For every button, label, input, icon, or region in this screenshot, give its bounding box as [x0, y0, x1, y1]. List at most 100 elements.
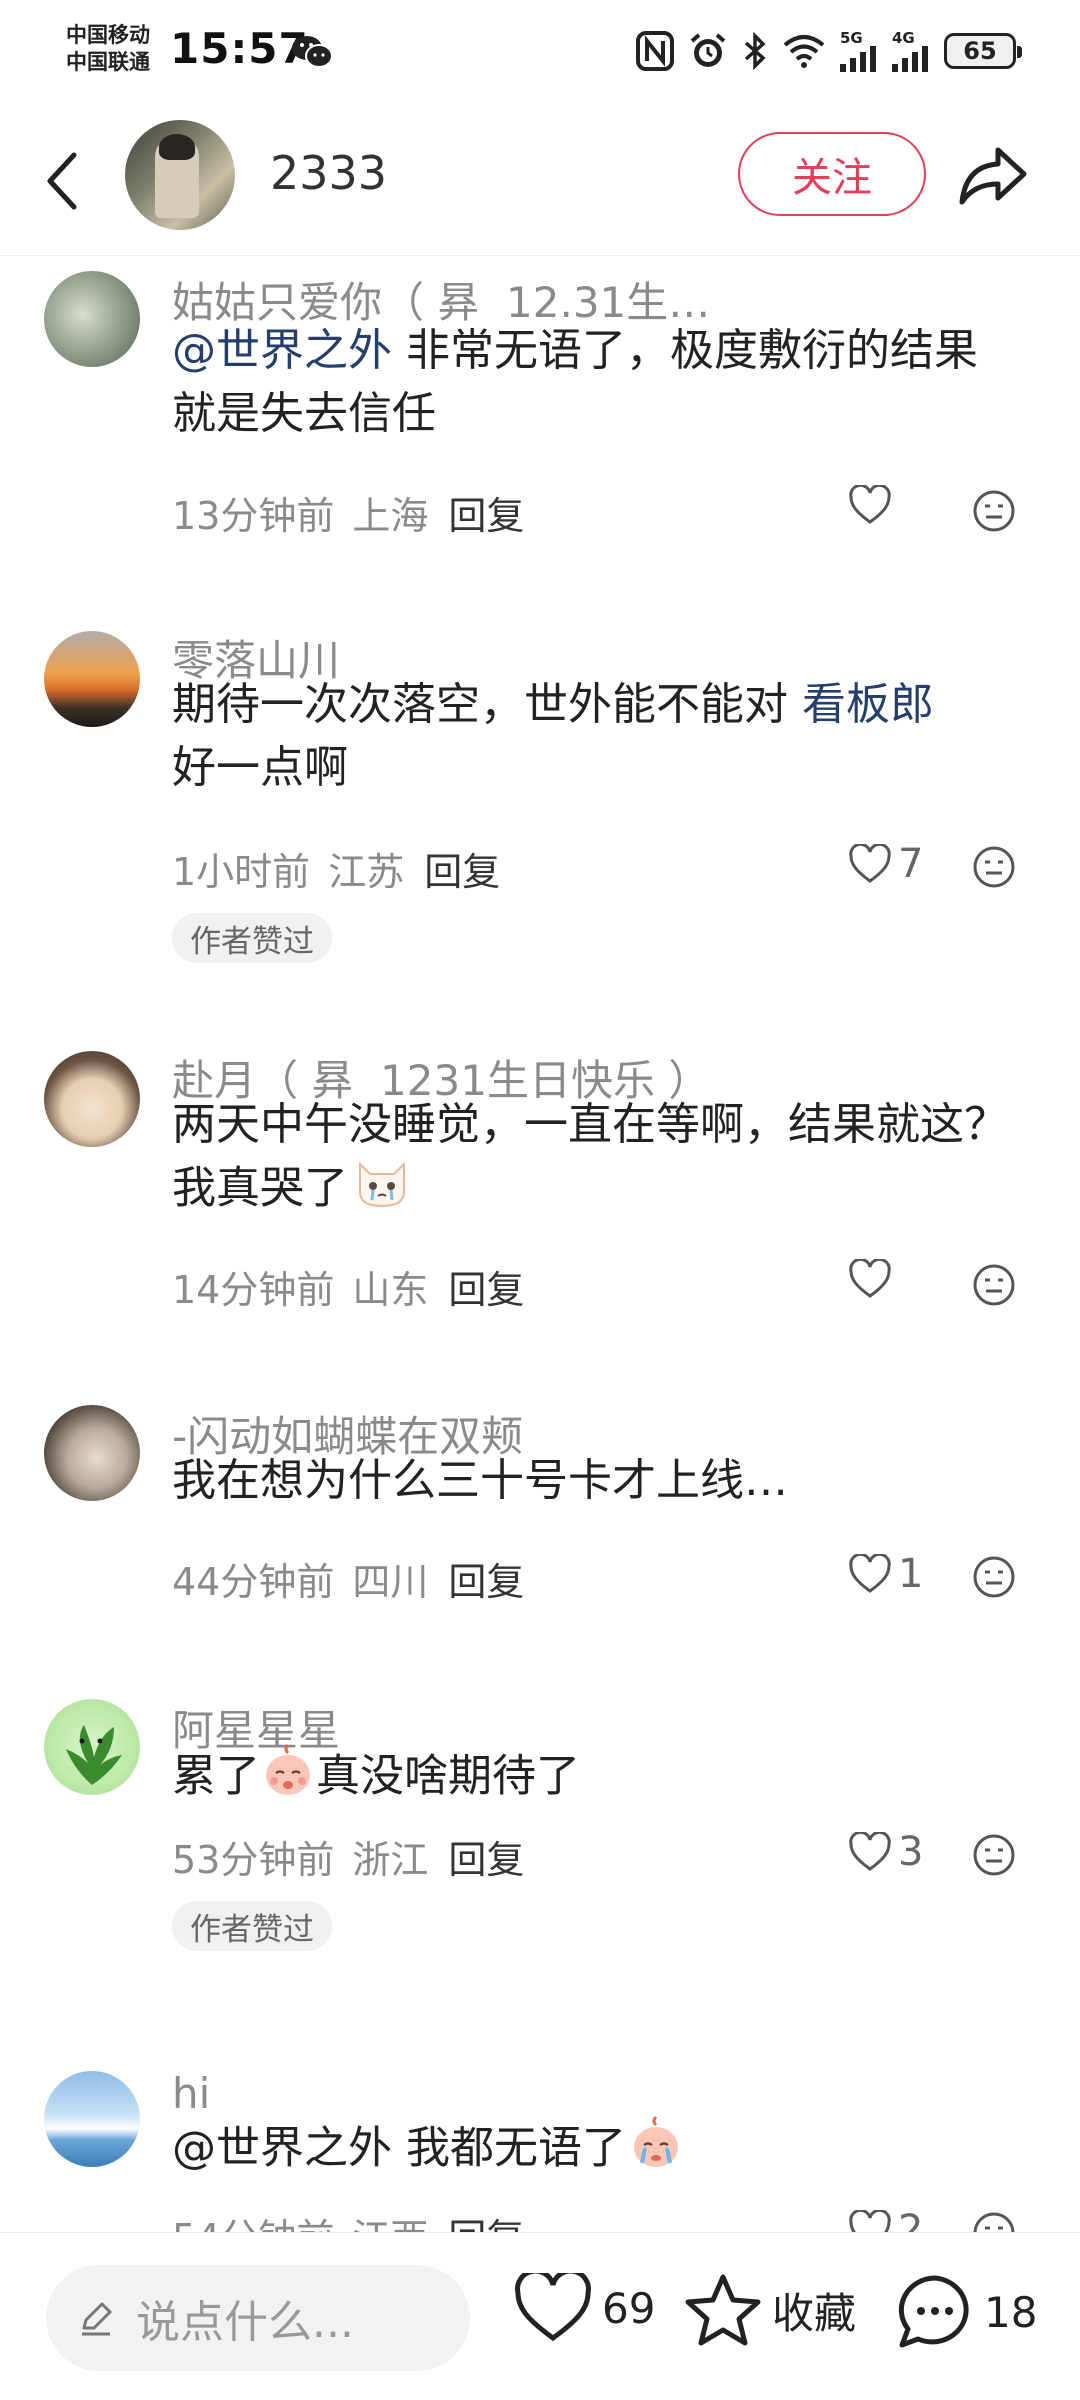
like-count: 3 — [898, 1829, 924, 1875]
comment-text[interactable]: 两天中午没睡觉，一直在等啊，结果就这？我真哭了 — [172, 1093, 1012, 1225]
share-button[interactable] — [958, 144, 1028, 208]
net-5g-label: 5G — [840, 28, 863, 47]
author-liked-badge: 作者赞过 — [172, 1901, 332, 1951]
comment-meta: 44分钟前 四川 回复 — [172, 1551, 524, 1606]
comment-text[interactable]: 我在想为什么三十号卡才上线… — [172, 1449, 1012, 1512]
emoji-react-icon[interactable] — [972, 1833, 1016, 1877]
commenter-avatar[interactable] — [44, 1699, 140, 1795]
tired-face-emoji-icon — [262, 1743, 314, 1814]
pencil-icon — [82, 2302, 112, 2336]
commenter-avatar[interactable] — [44, 1405, 140, 1501]
nfc-icon — [636, 31, 674, 71]
collect-label: 收藏 — [772, 2288, 857, 2338]
share-icon — [959, 147, 1027, 205]
comment-body: 两天中午没睡觉，一直在等啊，结果就这？我真哭了 — [172, 1099, 1008, 1214]
reply-button[interactable]: 回复 — [448, 1838, 524, 1882]
commenter-avatar[interactable] — [44, 1051, 140, 1147]
commenter-name[interactable]: hi — [172, 2069, 210, 2118]
commenter-avatar[interactable] — [44, 2071, 140, 2167]
like-post-button[interactable]: 69 — [514, 2273, 655, 2343]
comment-text[interactable]: @世界之外 我都无语了 — [172, 2115, 1012, 2186]
comment-input-placeholder: 说点什么... — [136, 2297, 354, 2348]
chat-bubble-icon — [898, 2275, 969, 2348]
comment-meta: 1小时前 江苏 回复 — [172, 841, 500, 896]
carrier-1: 中国移动 — [66, 23, 150, 47]
comment-text[interactable]: 期待一次次落空，世外能不能对 看板郎 好一点啊 — [172, 673, 1012, 799]
comment-text[interactable]: @世界之外 非常无语了，极度敷衍的结果就是失去信任 — [172, 319, 1012, 445]
star-icon — [685, 2274, 761, 2346]
emoji-react-icon[interactable] — [972, 845, 1016, 889]
like-button[interactable]: 7 — [848, 841, 923, 887]
wifi-icon — [782, 33, 826, 69]
comment-body-cont: 真没啥期待了 — [316, 1750, 580, 1802]
comment-list[interactable]: 姑姑只爱你（ 昪 ⁠⁠ 12.31生… @世界之外 非常无语了，极度敷衍的结果就… — [0, 257, 1080, 2232]
heart-icon — [849, 2210, 891, 2232]
comment-meta: 13分钟前 上海 回复 — [172, 485, 524, 540]
mention-link[interactable]: @世界之外 — [172, 2123, 392, 2174]
battery-indicator: 65 — [944, 33, 1022, 69]
heart-icon — [515, 2273, 591, 2342]
carrier-2: 中国联通 — [66, 50, 150, 74]
author-avatar[interactable] — [125, 120, 235, 230]
comment-time: 44分钟前 — [172, 1560, 335, 1604]
alarm-icon — [688, 31, 728, 71]
comment-location: 上海 — [352, 494, 429, 538]
comment-meta: 54分钟前 江西 回复 — [172, 2207, 524, 2232]
heart-icon — [849, 485, 891, 524]
crying-cat-emoji-icon — [354, 1156, 410, 1225]
comment-time: 1小时前 — [172, 850, 311, 894]
comment-body: 期待一次次落空，世外能不能对 — [172, 679, 802, 730]
commenter-avatar[interactable] — [44, 271, 140, 367]
comment-input[interactable]: 说点什么... — [46, 2265, 470, 2371]
comment-location: 四川 — [352, 1560, 429, 1604]
like-button[interactable]: 3 — [848, 1829, 923, 1875]
wechat-icon — [292, 36, 333, 68]
like-button[interactable]: 2 — [848, 2207, 923, 2232]
author-name[interactable]: 2333 — [270, 146, 387, 200]
reply-button[interactable]: 回复 — [448, 1560, 524, 1604]
comment-body: 我都无语了 — [392, 2122, 626, 2174]
reply-button[interactable]: 回复 — [424, 850, 500, 894]
author-liked-badge: 作者赞过 — [172, 913, 332, 963]
comment-text[interactable]: 累了 真没啥期待了 — [172, 1743, 1012, 1814]
carrier-info: 中国移动 中国联通 — [66, 22, 150, 76]
emoji-react-icon[interactable] — [972, 1555, 1016, 1599]
comment-time: 13分钟前 — [172, 494, 335, 538]
comment-meta: 14分钟前 山东 回复 — [172, 1259, 524, 1314]
reply-button[interactable]: 回复 — [448, 2216, 524, 2232]
collect-button[interactable]: 收藏 — [684, 2273, 856, 2347]
heart-icon — [849, 1259, 891, 1298]
like-button[interactable] — [848, 485, 898, 525]
like-button[interactable]: 1 — [848, 1551, 923, 1597]
comment-time: 54分钟前 — [172, 2216, 334, 2232]
comment-body: 我在想为什么三十号卡才上线… — [172, 1455, 788, 1506]
comment-time: 14分钟前 — [172, 1268, 335, 1312]
reply-button[interactable]: 回复 — [448, 494, 524, 538]
comment-count: 18 — [984, 2287, 1038, 2337]
bluetooth-icon — [742, 31, 768, 71]
like-button[interactable] — [848, 1259, 898, 1299]
back-button[interactable] — [38, 146, 86, 216]
status-icons: 5G 4G 65 — [636, 26, 1022, 76]
comment-location: 江西 — [352, 2216, 428, 2232]
crying-face-emoji-icon — [630, 2115, 682, 2186]
commenter-avatar[interactable] — [44, 631, 140, 727]
mention-link[interactable]: 看板郎 — [802, 679, 934, 730]
comment-location: 山东 — [352, 1268, 429, 1312]
heart-icon — [849, 1554, 891, 1593]
heart-icon — [849, 844, 891, 883]
comment-meta: 53分钟前 浙江 回复 — [172, 1829, 524, 1884]
mention-link[interactable]: @世界之外 — [172, 325, 392, 376]
chevron-left-icon — [47, 152, 77, 210]
heart-icon — [849, 1832, 891, 1871]
like-count: 1 — [898, 1551, 924, 1597]
emoji-react-icon[interactable] — [972, 489, 1016, 533]
comment-time: 53分钟前 — [172, 1838, 335, 1882]
comment-button[interactable]: 18 — [896, 2273, 1037, 2351]
emoji-react-icon[interactable] — [972, 2211, 1016, 2232]
post-like-count: 69 — [602, 2283, 656, 2333]
follow-button[interactable]: 关注 — [738, 132, 926, 216]
reply-button[interactable]: 回复 — [448, 1268, 524, 1312]
comment-location: 江苏 — [328, 850, 405, 894]
emoji-react-icon[interactable] — [972, 1263, 1016, 1307]
